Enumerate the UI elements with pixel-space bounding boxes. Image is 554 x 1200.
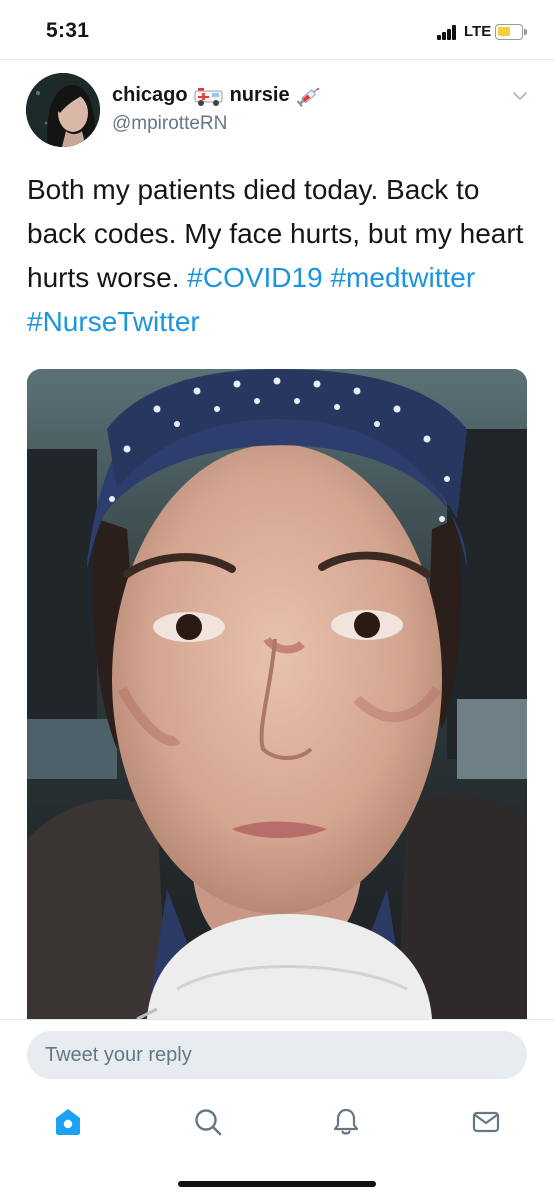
home-icon [56, 1109, 80, 1135]
tab-search[interactable] [188, 1102, 228, 1142]
user-display-name[interactable]: chicago nursie [112, 84, 322, 107]
tweet-photo[interactable] [27, 369, 527, 1019]
display-name-part2: nursie [229, 84, 290, 106]
hashtag-link[interactable]: #medtwitter [330, 262, 475, 293]
tab-home[interactable] [48, 1102, 88, 1142]
hashtag-link[interactable]: #COVID19 [187, 262, 322, 293]
display-name-part1: chicago [112, 84, 188, 106]
tweet-text: Both my patients died today. Back to bac… [27, 168, 527, 344]
tab-messages[interactable] [466, 1102, 506, 1142]
notifications-icon [333, 1108, 359, 1135]
hashtag-link[interactable]: #NurseTwitter [27, 306, 200, 337]
reply-input[interactable]: Tweet your reply [27, 1031, 527, 1079]
status-bar: 5:31 LTE [0, 0, 554, 60]
user-handle[interactable]: @mpirotteRN [112, 113, 227, 135]
divider [0, 1019, 554, 1020]
home-indicator [178, 1181, 376, 1187]
network-label: LTE [464, 23, 492, 40]
avatar[interactable] [26, 73, 100, 147]
tab-notifications[interactable] [326, 1102, 366, 1142]
syringe-emoji-icon [296, 85, 322, 107]
ambulance-emoji-icon [194, 85, 224, 107]
tab-bar [0, 1095, 554, 1155]
status-time: 5:31 [46, 19, 90, 42]
battery-icon [495, 24, 527, 40]
divider [0, 59, 554, 60]
signal-icon [437, 25, 461, 40]
search-icon [195, 1109, 222, 1136]
chevron-down-icon[interactable] [512, 88, 528, 104]
messages-icon [472, 1111, 500, 1133]
